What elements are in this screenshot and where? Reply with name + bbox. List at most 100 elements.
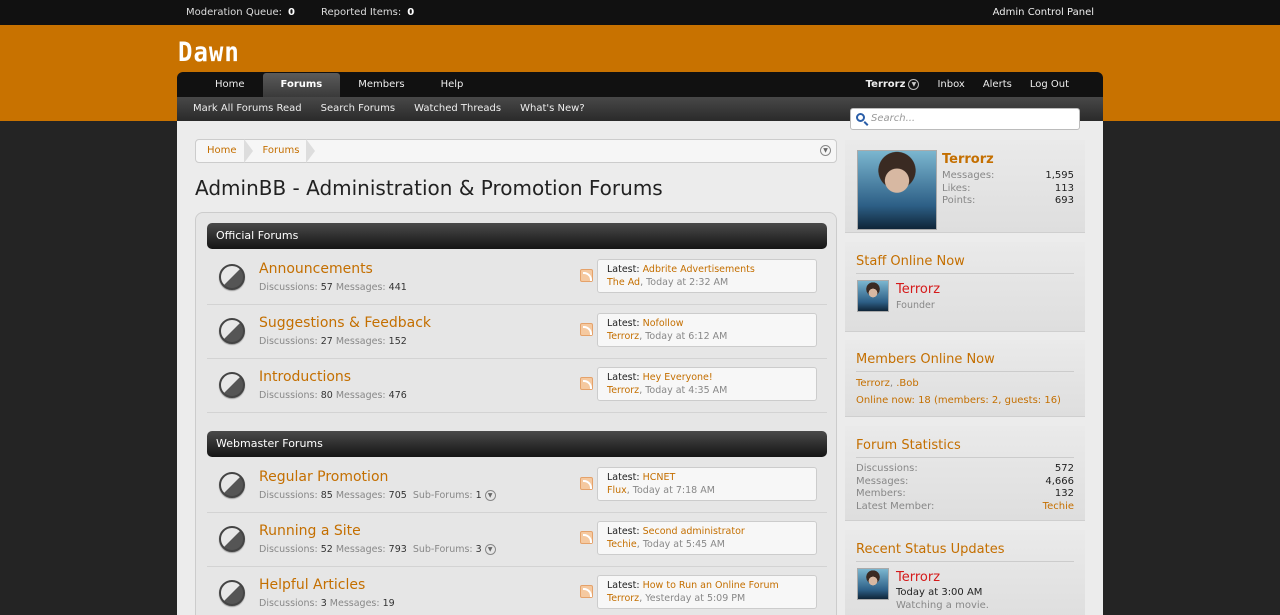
latest-user-link[interactable]: The Ad — [607, 277, 640, 288]
status-date: Today at 3:00 AM — [896, 587, 983, 598]
alerts-link[interactable]: Alerts — [983, 72, 1012, 97]
latest-date: Yesterday at 5:09 PM — [645, 593, 746, 604]
chevron-down-icon[interactable]: ▼ — [484, 490, 496, 501]
search-placeholder: Search... — [871, 113, 916, 124]
latest-user-link[interactable]: Terrorz — [607, 385, 639, 396]
forum-read-icon — [219, 580, 245, 606]
nav-tabs: Home Forums Members Help — [197, 72, 481, 97]
page-title: AdminBB - Administration & Promotion For… — [195, 176, 663, 200]
breadcrumb: Home Forums ▼ — [195, 139, 837, 163]
section-title: Forum Statistics — [856, 438, 961, 453]
latest-thread-link[interactable]: Hey Everyone! — [643, 372, 713, 383]
account-menu[interactable]: Terrorz ▼ — [866, 72, 920, 97]
latest-post: Latest: Nofollow Terrorz, Today at 6:12 A… — [597, 313, 817, 347]
category-header[interactable]: Webmaster Forums — [207, 431, 827, 457]
section-title: Members Online Now — [856, 352, 995, 367]
rss-icon[interactable] — [580, 585, 593, 598]
search-icon — [856, 113, 865, 122]
forum-read-icon — [219, 318, 245, 344]
rss-icon[interactable] — [580, 377, 593, 390]
forum-title[interactable]: Introductions — [259, 369, 351, 385]
forum-read-icon — [219, 472, 245, 498]
avatar[interactable] — [857, 150, 937, 230]
forum-stats: Discussions: 85 Messages: 705 Sub-Forums… — [259, 490, 496, 501]
latest-date: Today at 5:45 AM — [642, 539, 725, 550]
latest-date: Today at 2:32 AM — [646, 277, 729, 288]
moderation-queue-link[interactable]: Moderation Queue: 0 — [186, 7, 295, 18]
account-links: Terrorz ▼ Inbox Alerts Log Out — [866, 72, 1069, 97]
forum-node: Suggestions & Feedback Discussions: 27 M… — [207, 305, 827, 359]
latest-thread-link[interactable]: HCNET — [643, 472, 676, 483]
online-summary[interactable]: Online now: 18 (members: 2, guests: 16) — [856, 395, 1061, 406]
online-members: Terrorz, .Bob — [856, 378, 919, 389]
reported-items-link[interactable]: Reported Items: 0 — [321, 7, 414, 18]
forum-read-icon — [219, 526, 245, 552]
rss-icon[interactable] — [580, 269, 593, 282]
staff-name[interactable]: Terrorz — [896, 282, 940, 297]
forum-read-icon — [219, 264, 245, 290]
latest-post: Latest: Adbrite Advertisements The Ad, To… — [597, 259, 817, 293]
watched-threads-link[interactable]: Watched Threads — [414, 97, 501, 121]
category-header[interactable]: Official Forums — [207, 223, 827, 249]
forum-title[interactable]: Running a Site — [259, 523, 361, 539]
member-link[interactable]: .Bob — [896, 378, 919, 389]
chevron-down-icon: ▼ — [908, 79, 920, 90]
inbox-link[interactable]: Inbox — [937, 72, 964, 97]
reported-count: 0 — [407, 7, 415, 18]
latest-member-link[interactable]: Techie — [1043, 501, 1074, 514]
avatar[interactable] — [857, 568, 889, 600]
latest-user-link[interactable]: Terrorz — [607, 331, 639, 342]
forum-title[interactable]: Helpful Articles — [259, 577, 365, 593]
forum-list: Official Forums Announcements Discussion… — [195, 212, 837, 615]
forum-node: Running a Site Discussions: 52 Messages:… — [207, 513, 827, 567]
latest-user-link[interactable]: Flux — [607, 485, 627, 496]
forum-statistics-panel: Forum Statistics Discussions: 572 Message… — [845, 426, 1085, 521]
rss-icon[interactable] — [580, 323, 593, 336]
latest-date: Today at 4:35 AM — [645, 385, 728, 396]
mark-forums-read-link[interactable]: Mark All Forums Read — [193, 97, 302, 121]
forum-title[interactable]: Suggestions & Feedback — [259, 315, 431, 331]
rss-icon[interactable] — [580, 531, 593, 544]
visitor-name[interactable]: Terrorz — [942, 152, 994, 167]
latest-thread-link[interactable]: Adbrite Advertisements — [643, 264, 755, 275]
search-input[interactable]: Search... — [850, 108, 1080, 130]
forum-stats: Discussions: 57 Messages: 441 — [259, 282, 407, 293]
moderation-count: 0 — [288, 7, 296, 18]
latest-thread-link[interactable]: Nofollow — [643, 318, 684, 329]
breadcrumb-home[interactable]: Home — [196, 139, 253, 163]
search-forums-link[interactable]: Search Forums — [321, 97, 395, 121]
site-logo[interactable]: Dawn — [178, 37, 240, 68]
latest-post: Latest: HCNET Flux, Today at 7:18 AM — [597, 467, 817, 501]
breadcrumb-forums[interactable]: Forums — [252, 139, 316, 163]
latest-user-link[interactable]: Terrorz — [607, 593, 639, 604]
staff-role: Founder — [896, 300, 935, 311]
forum-node: Announcements Discussions: 57 Messages: … — [207, 251, 827, 305]
tab-forums[interactable]: Forums — [262, 73, 341, 97]
status-user-name[interactable]: Terrorz — [896, 570, 940, 585]
latest-thread-link[interactable]: Second administrator — [643, 526, 745, 537]
whats-new-link[interactable]: What's New? — [520, 97, 585, 121]
chevron-down-icon[interactable]: ▼ — [484, 544, 496, 555]
logout-link[interactable]: Log Out — [1030, 72, 1069, 97]
latest-post: Latest: Hey Everyone! Terrorz, Today at 4… — [597, 367, 817, 401]
tab-members[interactable]: Members — [340, 72, 422, 97]
section-title: Staff Online Now — [856, 254, 965, 269]
chevron-down-icon[interactable]: ▼ — [820, 145, 831, 156]
forum-stats: Discussions: 27 Messages: 152 — [259, 336, 407, 347]
member-link[interactable]: Terrorz — [856, 378, 890, 389]
admin-control-panel-link[interactable]: Admin Control Panel — [993, 7, 1094, 18]
status-text: Watching a movie. — [896, 600, 989, 611]
forum-node: Regular Promotion Discussions: 85 Messag… — [207, 459, 827, 513]
latest-thread-link[interactable]: How to Run an Online Forum — [643, 580, 779, 591]
forum-title[interactable]: Regular Promotion — [259, 469, 388, 485]
tab-help[interactable]: Help — [423, 72, 482, 97]
forum-title[interactable]: Announcements — [259, 261, 373, 277]
avatar[interactable] — [857, 280, 889, 312]
forum-read-icon — [219, 372, 245, 398]
tab-home[interactable]: Home — [197, 72, 263, 97]
forum-node: Introductions Discussions: 80 Messages: … — [207, 359, 827, 413]
latest-user-link[interactable]: Techie — [607, 539, 637, 550]
rss-icon[interactable] — [580, 477, 593, 490]
visitor-stats: Messages: 1,595 Likes: 113 Points: 693 — [942, 170, 1074, 206]
forum-stats: Discussions: 3 Messages: 19 — [259, 598, 395, 609]
